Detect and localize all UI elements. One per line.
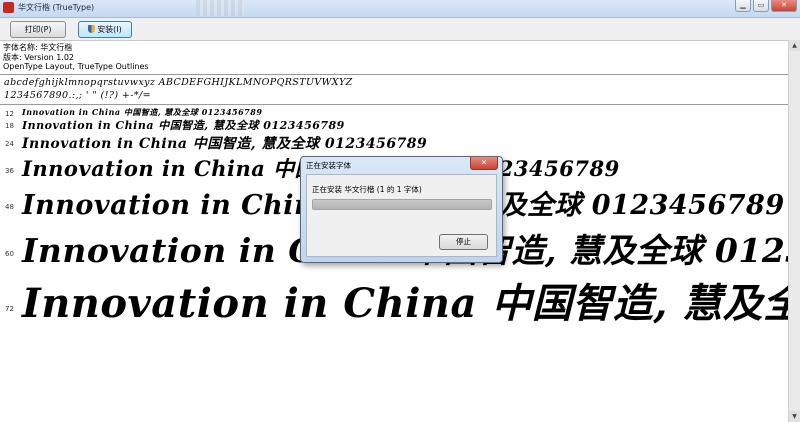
stop-button[interactable]: 停止 bbox=[439, 234, 488, 250]
sample-line-72: Innovation in China 中国智造, 慧及全球 012345678… bbox=[22, 280, 800, 327]
scroll-up-icon[interactable]: ▲ bbox=[789, 40, 800, 51]
divider bbox=[0, 104, 790, 105]
font-info: 字体名称: 华文行楷 版本: Version 1.02 OpenType Lay… bbox=[3, 43, 149, 72]
titlebar-pattern bbox=[196, 0, 244, 16]
size-label: 36 bbox=[5, 167, 14, 175]
shield-icon bbox=[88, 25, 96, 33]
sample-line-18: Innovation in China 中国智造, 慧及全球 012345678… bbox=[22, 119, 345, 132]
size-label: 18 bbox=[5, 122, 14, 130]
font-version-line: 版本: Version 1.02 bbox=[3, 52, 75, 62]
size-label: 60 bbox=[5, 250, 14, 258]
install-button[interactable]: 安装(I) bbox=[78, 21, 132, 38]
divider bbox=[0, 74, 790, 75]
title-bar: 华文行楷 (TrueType) ▁ ▭ ✕ bbox=[0, 0, 800, 18]
dialog-title: 正在安装字体 bbox=[306, 161, 351, 170]
font-app-icon bbox=[3, 2, 14, 13]
progress-fill bbox=[313, 200, 491, 209]
vertical-scrollbar[interactable]: ▲ ▼ bbox=[788, 40, 800, 422]
window-controls: ▁ ▭ ✕ bbox=[733, 0, 797, 12]
close-button[interactable]: ✕ bbox=[771, 0, 797, 12]
charset-digits: 1234567890.:,; ' " (!?) +-*/= bbox=[4, 90, 151, 101]
charset-letters: abcdefghijklmnopqrstuvwxyz ABCDEFGHIJKLM… bbox=[4, 77, 353, 88]
sample-line-24: Innovation in China 中国智造, 慧及全球 012345678… bbox=[22, 136, 428, 152]
size-label: 48 bbox=[5, 203, 14, 211]
install-progress-bar bbox=[312, 199, 492, 210]
font-name-line: 字体名称: 华文行楷 bbox=[3, 43, 73, 52]
install-status-text: 正在安装 华文行楷 (1 的 1 字体) bbox=[312, 185, 422, 194]
maximize-button[interactable]: ▭ bbox=[753, 0, 769, 12]
size-label: 72 bbox=[5, 305, 14, 313]
install-button-label: 安装(I) bbox=[97, 25, 122, 34]
font-type-line: OpenType Layout, TrueType Outlines bbox=[3, 62, 149, 71]
scroll-down-icon[interactable]: ▼ bbox=[789, 411, 800, 422]
size-label: 24 bbox=[5, 140, 14, 148]
size-label: 12 bbox=[5, 110, 14, 118]
install-progress-dialog: 正在安装字体 ✕ 正在安装 华文行楷 (1 的 1 字体) 停止 bbox=[300, 156, 503, 263]
dialog-body: 正在安装 华文行楷 (1 的 1 字体) 停止 bbox=[306, 174, 497, 257]
window-title: 华文行楷 (TrueType) bbox=[18, 3, 95, 12]
minimize-button[interactable]: ▁ bbox=[735, 0, 751, 12]
dialog-close-button[interactable]: ✕ bbox=[470, 157, 498, 170]
print-button[interactable]: 打印(P) bbox=[10, 21, 66, 38]
toolbar: 打印(P) 安装(I) bbox=[0, 18, 800, 41]
